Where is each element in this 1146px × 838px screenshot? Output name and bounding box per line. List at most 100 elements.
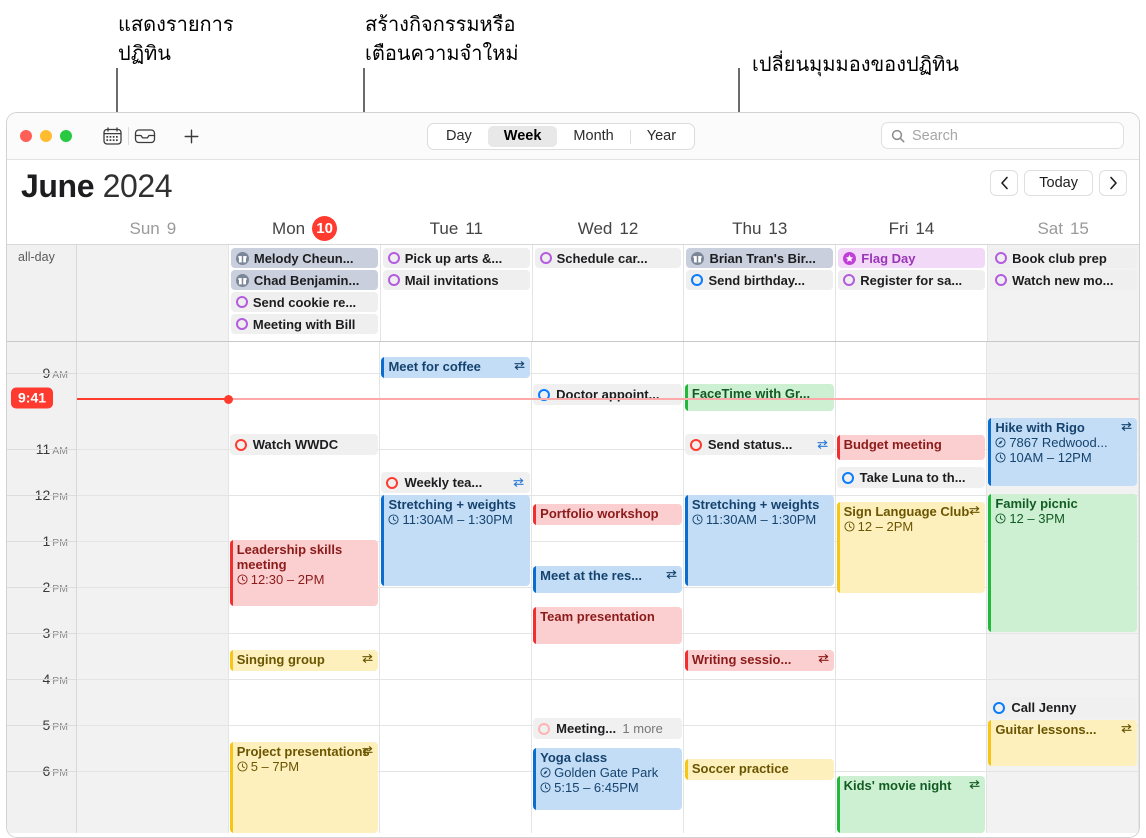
day-number: 11	[465, 218, 483, 238]
timed-event[interactable]: Leadership skills meeting 12:30 – 2PM	[229, 540, 379, 606]
day-column-fri[interactable]: Budget meeting Take Luna to th... Sign Lan…	[835, 342, 988, 833]
day-column-mon[interactable]: Watch WWDC Leadership skills meeting 12:30…	[228, 342, 381, 833]
timed-event[interactable]: Watch WWDC	[229, 434, 379, 455]
timed-event[interactable]: Budget meeting	[836, 435, 986, 460]
day-number: 15	[1069, 218, 1089, 238]
day-header-thu[interactable]: Thu 13	[684, 213, 836, 244]
timed-event[interactable]: Guitar lessons...	[988, 720, 1138, 766]
day-header-tue[interactable]: Tue 11	[380, 213, 532, 244]
all-day-event[interactable]: Watch new mo...	[990, 270, 1138, 290]
timed-event[interactable]: Singing group	[229, 650, 379, 671]
timed-event[interactable]: Writing sessio...	[684, 650, 834, 671]
event-title: Schedule car...	[556, 250, 648, 266]
all-day-column-sat[interactable]: Book club prep Watch new mo...	[988, 245, 1139, 341]
add-event-button[interactable]	[177, 124, 205, 148]
day-header-sat[interactable]: Sat 15	[987, 213, 1139, 244]
all-day-event[interactable]: Pick up arts &...	[382, 248, 530, 268]
month-header: June 2024 Today	[7, 160, 1139, 213]
timed-event[interactable]: Doctor appoint...	[533, 384, 682, 405]
all-day-event[interactable]: Chad Benjamin...	[230, 270, 378, 290]
timed-event[interactable]: Hike with Rigo 7867 Redwood... 10AM – 12PM	[988, 418, 1138, 486]
more-events-label[interactable]: 1 more	[622, 721, 676, 736]
calendar-list-button[interactable]	[98, 124, 126, 148]
day-header-sun[interactable]: Sun 9	[77, 213, 229, 244]
timed-event[interactable]: Project presentations 5 – 7PM	[229, 742, 379, 833]
clock-icon	[844, 521, 855, 532]
view-tab-day[interactable]: Day	[430, 126, 488, 148]
timed-event[interactable]: Stretching + weights 11:30AM – 1:30PM	[381, 495, 531, 586]
event-title: Singing group	[236, 652, 325, 667]
timed-event[interactable]: Stretching + weights 11:30AM – 1:30PM	[684, 495, 834, 586]
repeat-icon	[513, 478, 524, 487]
event-title: Kids' movie night	[843, 778, 952, 793]
calendar-color-bar	[533, 504, 537, 525]
timed-event[interactable]: Take Luna to th...	[836, 467, 986, 488]
hour-gridline	[77, 725, 228, 726]
hour-ampm: PM	[52, 629, 68, 641]
all-day-event[interactable]: Send birthday...	[686, 270, 834, 290]
all-day-event[interactable]: Register for sa...	[838, 270, 986, 290]
timed-event[interactable]: Soccer practice	[684, 759, 834, 780]
event-title: Meet at the res...	[540, 568, 643, 583]
timed-event[interactable]: Sign Language Club 12 – 2PM	[836, 502, 986, 593]
timed-event[interactable]: Meet for coffee	[381, 357, 531, 378]
timed-event[interactable]: Portfolio workshop	[533, 504, 682, 525]
view-segmented-control[interactable]: Day Week Month Year	[427, 123, 696, 150]
all-day-event[interactable]: Book club prep	[990, 248, 1138, 268]
all-day-column-tue[interactable]: Pick up arts &... Mail invitations	[381, 245, 533, 341]
timed-event[interactable]: Send status...	[684, 434, 834, 455]
today-button[interactable]: Today	[1024, 170, 1093, 196]
calendar-icon	[102, 127, 122, 145]
hour-gridline	[835, 725, 987, 726]
view-tab-week[interactable]: Week	[487, 125, 558, 148]
toolbar-divider	[128, 127, 129, 145]
timed-event[interactable]: Yoga class Golden Gate Park 5:15 – 6:45PM	[533, 748, 682, 810]
all-day-event[interactable]: Send cookie re...	[230, 292, 378, 312]
day-column-sat[interactable]: Hike with Rigo 7867 Redwood... 10AM – 12PM…	[987, 342, 1139, 833]
day-name: Tue	[429, 218, 459, 238]
all-day-event[interactable]: Mail invitations	[382, 270, 530, 290]
hour-gridline	[228, 725, 380, 726]
all-day-event[interactable]: Flag Day	[838, 248, 986, 268]
view-tab-month[interactable]: Month	[557, 126, 629, 148]
previous-week-button[interactable]	[990, 170, 1019, 196]
all-day-event[interactable]: Schedule car...	[534, 248, 682, 268]
next-week-button[interactable]	[1099, 170, 1127, 196]
maximize-button[interactable]	[60, 130, 72, 142]
day-column-sun[interactable]	[77, 342, 229, 833]
all-day-column-fri[interactable]: Flag Day Register for sa...	[836, 245, 989, 341]
day-column-wed[interactable]: Doctor appoint... Portfolio workshop Meet …	[532, 342, 684, 833]
all-day-column-thu[interactable]: Brian Tran's Bir... Send birthday...	[684, 245, 837, 341]
current-time-line	[77, 394, 1139, 404]
day-header-wed[interactable]: Wed 12	[532, 213, 684, 244]
search-field[interactable]: Search	[881, 122, 1124, 149]
close-button[interactable]	[20, 130, 32, 142]
event-title: Send status...	[707, 437, 793, 452]
timed-event[interactable]: Family picnic 12 – 3PM	[988, 494, 1138, 632]
day-header-mon[interactable]: Mon 10	[229, 213, 381, 244]
page-title: June 2024	[21, 168, 173, 205]
day-header-fri[interactable]: Fri 14	[836, 213, 988, 244]
all-day-event[interactable]: Melody Cheun...	[230, 248, 378, 268]
minimize-button[interactable]	[40, 130, 52, 142]
timed-event[interactable]: Team presentation	[533, 607, 682, 644]
timed-event[interactable]: Meet at the res...	[533, 566, 682, 593]
timed-event[interactable]: Meeting... 1 more	[533, 718, 682, 739]
timed-event[interactable]: Weekly tea...	[381, 472, 531, 493]
event-title: Stretching + weights	[388, 497, 516, 512]
hour-ampm: PM	[52, 537, 68, 549]
all-day-column-wed[interactable]: Schedule car...	[533, 245, 685, 341]
all-day-column-mon[interactable]: Melody Cheun... Chad Benjamin... Send cook…	[229, 245, 381, 341]
timed-event[interactable]: Kids' movie night	[836, 776, 986, 833]
view-tab-year[interactable]: Year	[631, 126, 692, 148]
timed-event[interactable]: Call Jenny	[988, 697, 1138, 718]
day-column-thu[interactable]: FaceTime with Gr... Send status... Stretch…	[683, 342, 836, 833]
all-day-column-sun[interactable]	[77, 245, 229, 341]
day-column-tue[interactable]: Meet for coffee Weekly tea... Stretching +…	[380, 342, 533, 833]
all-day-event[interactable]: Meeting with Bill	[230, 314, 378, 334]
day-number: 12	[619, 218, 639, 238]
calendar-color-bar	[836, 502, 840, 593]
hour-ampm: AM	[52, 369, 68, 381]
all-day-event[interactable]: Brian Tran's Bir...	[686, 248, 834, 268]
inbox-button[interactable]	[131, 124, 159, 148]
